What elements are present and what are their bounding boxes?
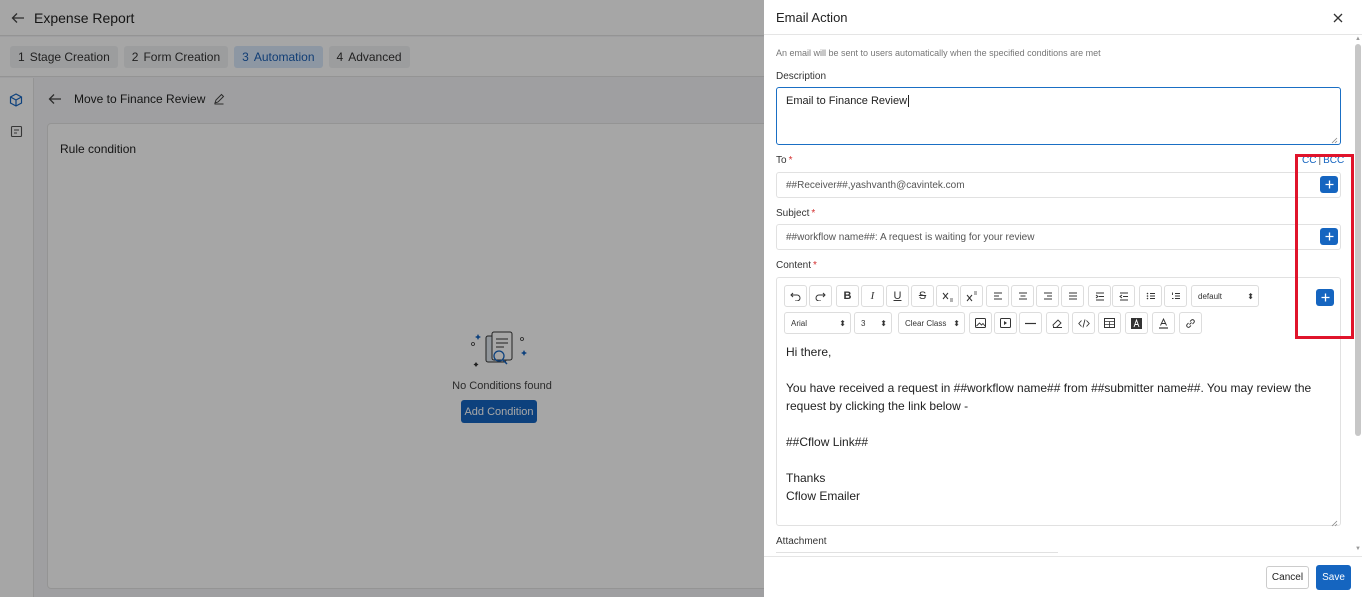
email-action-drawer: Email Action An email will be sent to us… <box>764 0 1362 597</box>
to-label: To * <box>776 155 792 166</box>
format-select-value: default <box>1198 291 1223 301</box>
attachment-label: Attachment <box>776 536 827 547</box>
link-icon[interactable] <box>1179 312 1202 334</box>
resize-handle-icon[interactable] <box>1331 135 1338 144</box>
format-select[interactable]: default ⬍ <box>1191 285 1259 307</box>
cancel-button[interactable]: Cancel <box>1266 566 1309 589</box>
highlight-annotation-box <box>1295 154 1354 339</box>
scroll-thumb[interactable] <box>1355 44 1361 436</box>
horizontal-rule-icon[interactable] <box>1019 312 1042 334</box>
bold-icon[interactable]: B <box>836 285 859 307</box>
to-value: ##Receiver##,yashvanth@cavintek.com <box>786 179 965 191</box>
insert-image-icon[interactable] <box>969 312 992 334</box>
required-mark: * <box>788 155 793 166</box>
italic-icon[interactable]: I <box>861 285 884 307</box>
insert-video-icon[interactable] <box>994 312 1017 334</box>
required-mark: * <box>813 260 817 271</box>
subject-label: Subject * <box>776 208 815 219</box>
font-color-icon[interactable] <box>1152 312 1175 334</box>
scroll-up-arrow-icon[interactable]: ▲ <box>1355 36 1361 42</box>
content-line <box>786 361 1326 379</box>
undo-icon[interactable] <box>784 285 807 307</box>
class-select-value: Clear Class <box>905 318 947 328</box>
align-right-icon[interactable] <box>1036 285 1059 307</box>
superscript-icon[interactable] <box>960 285 983 307</box>
updown-arrow-icon: ⬍ <box>1247 291 1254 301</box>
close-icon[interactable] <box>1330 10 1346 26</box>
drawer-hint: An email will be sent to users automatic… <box>776 48 1101 58</box>
font-family-select[interactable]: Arial ⬍ <box>784 312 851 334</box>
subscript-icon[interactable] <box>936 285 959 307</box>
font-select-value: Arial <box>791 318 808 328</box>
resize-handle-icon[interactable] <box>1331 516 1338 527</box>
numbered-list-icon[interactable] <box>1164 285 1187 307</box>
content-line: You have received a request in ##workflo… <box>786 381 1312 413</box>
content-line: Hi there, <box>786 345 832 359</box>
to-label-text: To <box>776 155 787 166</box>
editor-content[interactable]: Hi there, You have received a request in… <box>786 343 1326 505</box>
to-field[interactable]: ##Receiver##,yashvanth@cavintek.com <box>776 172 1341 198</box>
underline-icon[interactable]: U <box>886 285 909 307</box>
updown-arrow-icon: ⬍ <box>839 318 846 328</box>
drawer-scrollbar[interactable]: ▲ ▼ <box>1354 36 1362 556</box>
description-label: Description <box>776 71 827 82</box>
description-textarea[interactable]: Email to Finance Review <box>776 87 1341 145</box>
drawer-body: An email will be sent to users automatic… <box>764 36 1362 556</box>
drawer-title: Email Action <box>776 10 848 25</box>
content-line: Thanks <box>786 471 826 485</box>
strikethrough-icon[interactable]: S <box>911 285 934 307</box>
content-line: ##Cflow Link## <box>786 435 869 449</box>
description-value: Email to Finance Review <box>786 95 908 107</box>
align-left-icon[interactable] <box>986 285 1009 307</box>
subject-value: ##workflow name##: A request is waiting … <box>786 231 1035 243</box>
drawer-footer: Cancel Save <box>764 556 1362 597</box>
table-icon[interactable] <box>1098 312 1121 334</box>
content-line: Cflow Emailer <box>786 489 861 503</box>
subject-label-text: Subject <box>776 208 810 219</box>
bulleted-list-icon[interactable] <box>1139 285 1162 307</box>
required-mark: * <box>811 208 816 219</box>
updown-arrow-icon: ⬍ <box>880 318 887 328</box>
content-label: Content * <box>776 260 817 271</box>
rich-text-editor: B I U S default ⬍ Arial ⬍ 3 ⬍ Clear Class ⬍ <box>776 277 1341 527</box>
updown-arrow-icon: ⬍ <box>953 318 960 328</box>
redo-icon[interactable] <box>809 285 832 307</box>
content-line <box>786 451 1326 469</box>
scroll-down-arrow-icon[interactable]: ▼ <box>1355 546 1361 552</box>
indent-icon[interactable] <box>1088 285 1111 307</box>
modal-overlay[interactable] <box>0 0 764 597</box>
save-button[interactable]: Save <box>1316 565 1351 590</box>
content-line <box>786 415 1326 433</box>
size-select-value: 3 <box>861 318 866 328</box>
clear-class-select[interactable]: Clear Class ⬍ <box>898 312 965 334</box>
background-color-icon[interactable] <box>1125 312 1148 334</box>
eraser-icon[interactable] <box>1046 312 1069 334</box>
subject-field[interactable]: ##workflow name##: A request is waiting … <box>776 224 1341 250</box>
content-label-text: Content <box>776 260 812 271</box>
align-justify-icon[interactable] <box>1061 285 1084 307</box>
align-center-icon[interactable] <box>1011 285 1034 307</box>
drawer-header: Email Action <box>764 0 1362 35</box>
code-view-icon[interactable] <box>1072 312 1095 334</box>
font-size-select[interactable]: 3 ⬍ <box>854 312 892 334</box>
outdent-icon[interactable] <box>1112 285 1135 307</box>
